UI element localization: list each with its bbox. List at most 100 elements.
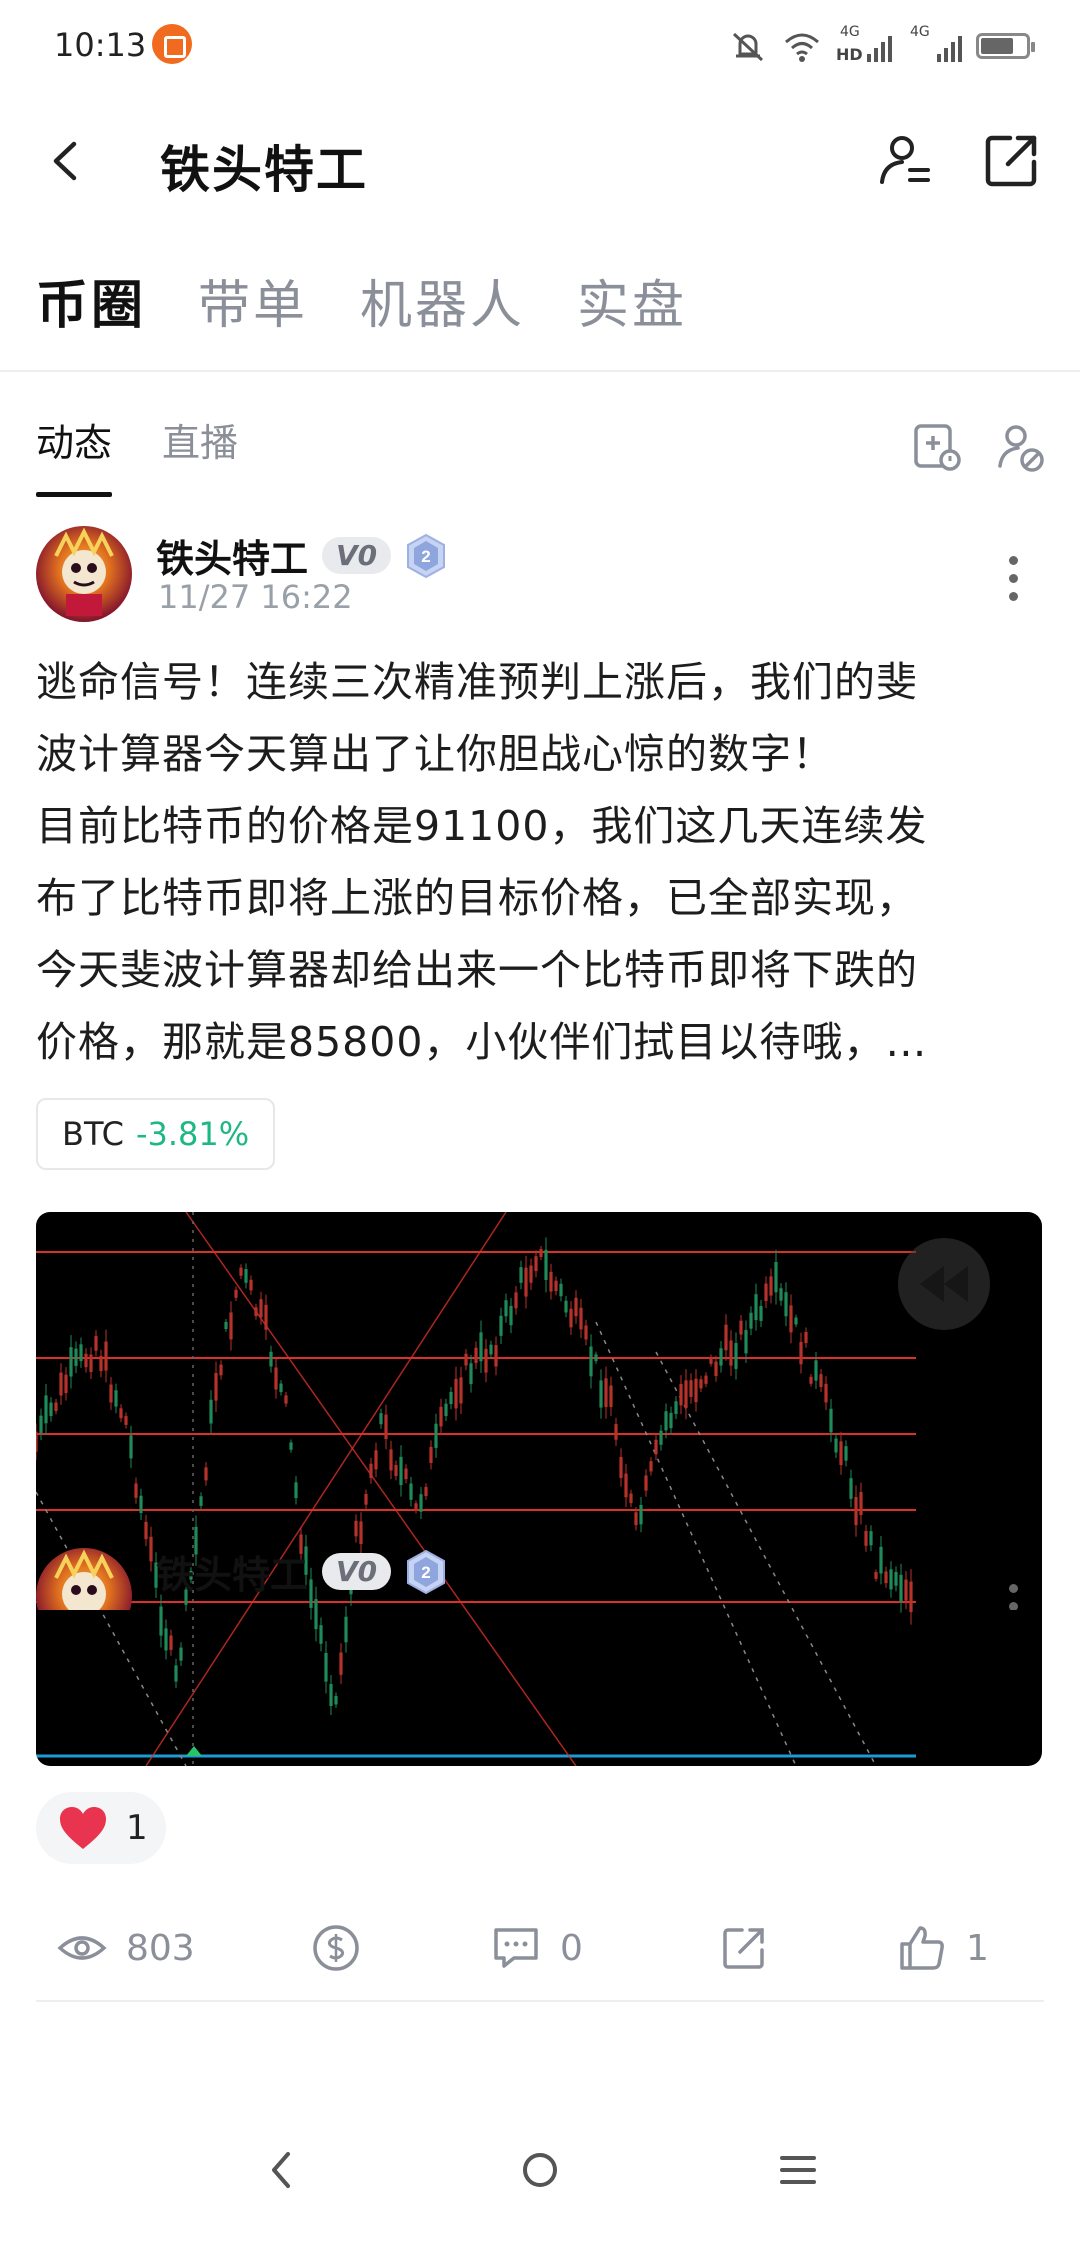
more-options-icon[interactable] [1000, 1578, 1026, 1610]
marker-arrow [186, 1746, 202, 1756]
candle-body [709, 1357, 713, 1364]
candle-body [749, 1312, 753, 1329]
user-block-icon[interactable] [994, 420, 1048, 474]
likes-stat[interactable]: 1 [896, 1922, 989, 1974]
reaction-chip[interactable]: 1 [36, 1792, 166, 1864]
vip-badge: V0 [322, 537, 392, 574]
candle-body [739, 1320, 743, 1335]
tab-live-account[interactable]: 实盘 [577, 263, 687, 338]
candle-body [519, 1267, 523, 1283]
tab-live[interactable]: 直播 [162, 412, 238, 497]
candle-body [814, 1360, 818, 1381]
post-text[interactable]: 逃命信号！连续三次精准预判上涨后，我们的斐 波计算器今天算出了让你胆战心惊的数字… [36, 646, 1046, 1078]
candle-body [489, 1344, 493, 1355]
status-time: 10:13 [54, 26, 147, 64]
divider [36, 2000, 1044, 2002]
candle-body [284, 1395, 288, 1404]
candle-body [674, 1401, 678, 1414]
candle-body [239, 1267, 243, 1276]
candle-body [404, 1468, 408, 1480]
candle-body [569, 1308, 573, 1328]
author-name[interactable]: 铁头特工 [156, 1544, 308, 1599]
tab-feed[interactable]: 动态 [36, 412, 113, 497]
candle-body [754, 1294, 758, 1321]
candle-body [414, 1503, 418, 1511]
candle-body [219, 1364, 223, 1376]
rewind-icon[interactable] [896, 1236, 992, 1332]
chevron-left-icon[interactable] [42, 136, 92, 186]
eye-icon [57, 1936, 107, 1960]
candle-body [839, 1441, 843, 1466]
level-badge-icon: 2 [407, 533, 446, 578]
candle-body [539, 1249, 543, 1257]
ticker-chip[interactable]: BTC -3.81% [36, 1098, 276, 1170]
candle-body [509, 1305, 513, 1326]
nav-home-icon[interactable] [510, 2140, 570, 2200]
user-settings-icon[interactable] [876, 130, 936, 190]
candle-body [649, 1461, 653, 1472]
candle-body [74, 1348, 78, 1366]
avatar[interactable] [36, 526, 132, 622]
candle-body [379, 1413, 383, 1425]
nav-back-icon[interactable] [252, 2140, 312, 2200]
candle-body [36, 1431, 38, 1452]
thumbs-up-icon [900, 1926, 944, 1970]
candle-body [269, 1351, 273, 1367]
candle-body [124, 1416, 128, 1425]
candle-body [684, 1380, 688, 1408]
coin-tip-icon [313, 1925, 359, 1971]
candle-body [134, 1483, 138, 1498]
tab-crypto-circle[interactable]: 币圈 [36, 263, 146, 338]
share-stat[interactable] [718, 1922, 770, 1974]
share-external-icon[interactable] [982, 130, 1042, 190]
nav-menu-icon[interactable] [768, 2140, 828, 2200]
views-count: 803 [126, 1927, 195, 1969]
candle-body [819, 1374, 823, 1387]
candle-body [724, 1324, 728, 1351]
silent-bell-icon [732, 32, 764, 62]
candle-body [474, 1347, 478, 1363]
post-card[interactable]: 铁头特工 V0 2 [0, 1530, 1080, 1610]
candle-body [639, 1504, 643, 1525]
post-image-chart[interactable] [36, 1212, 1042, 1766]
candle-body [214, 1372, 218, 1401]
candle-body [769, 1276, 773, 1296]
candle-body [619, 1456, 623, 1478]
post-stats-bar: 803 0 1 [0, 1922, 1080, 1992]
candle-body [584, 1325, 588, 1340]
ticker-symbol: BTC [62, 1115, 124, 1153]
cell-signal-1-icon: 4G HD [836, 24, 892, 66]
candle-body [599, 1380, 603, 1408]
candle-body [444, 1403, 448, 1416]
author-name[interactable]: 铁头特工 [156, 528, 308, 583]
comments-stat[interactable]: 0 [490, 1922, 583, 1974]
candle-body [689, 1380, 693, 1397]
tab-robot[interactable]: 机器人 [360, 263, 525, 338]
candle-body [344, 1616, 348, 1643]
candle-body [169, 1635, 173, 1650]
candle-body [114, 1390, 118, 1407]
candle-body [259, 1299, 263, 1318]
candle-body [469, 1363, 473, 1385]
candle-body [369, 1463, 373, 1478]
battery-icon [976, 33, 1035, 59]
candle-body [789, 1305, 793, 1333]
more-options-icon[interactable] [1000, 550, 1026, 610]
candle-body [784, 1292, 788, 1317]
candle-body [549, 1271, 553, 1292]
candle-body [624, 1473, 628, 1498]
avatar[interactable] [36, 1548, 132, 1610]
candle-body [419, 1494, 423, 1512]
add-post-icon[interactable] [910, 420, 964, 474]
candle-body [564, 1300, 568, 1313]
candle-body [54, 1402, 58, 1411]
candle-body [89, 1354, 93, 1372]
candle-body [759, 1305, 763, 1321]
candle-body [454, 1378, 458, 1409]
tab-copy-trade[interactable]: 带单 [198, 263, 308, 338]
post-text-line: 逃命信号！连续三次精准预判上涨后，我们的斐 [36, 658, 918, 706]
candle-body [779, 1288, 783, 1301]
candle-body [574, 1297, 578, 1317]
candle-body [294, 1482, 298, 1499]
tip-stat[interactable] [310, 1922, 362, 1974]
